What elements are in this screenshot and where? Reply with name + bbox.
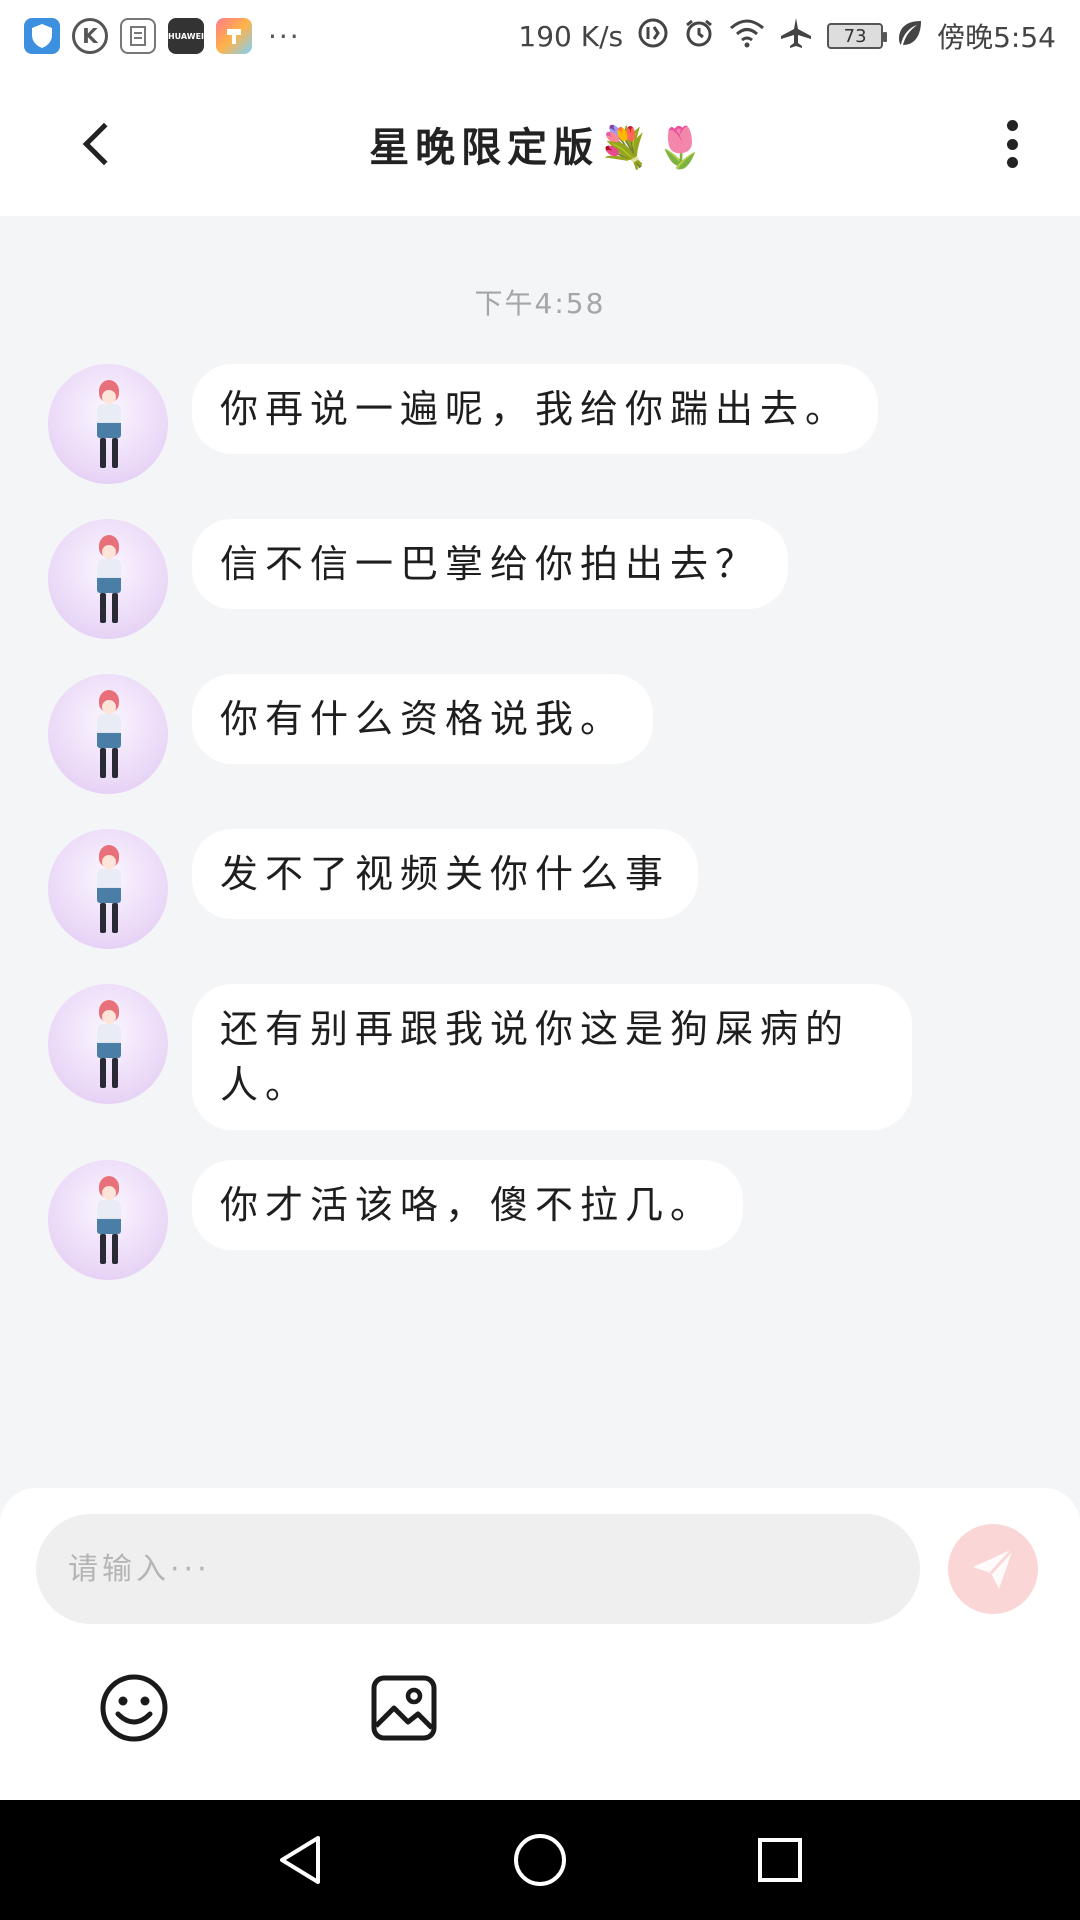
avatar[interactable]: [48, 984, 168, 1104]
avatar[interactable]: [48, 829, 168, 949]
status-bar: K HUAWEI ··· 190 K/s 73 傍晚5:54: [0, 0, 1080, 72]
back-button[interactable]: [70, 116, 126, 172]
battery-icon: 73: [827, 23, 888, 49]
airplane-mode-icon: [779, 16, 813, 56]
more-options-button[interactable]: [992, 116, 1032, 172]
image-icon: [371, 1675, 437, 1741]
send-button[interactable]: [948, 1524, 1038, 1614]
message-row: 你再说一遍呢，我给你踹出去。: [48, 364, 879, 484]
message-bubble[interactable]: 信不信一巴掌给你拍出去？: [192, 519, 789, 609]
theme-app-icon: [216, 18, 252, 54]
k-app-icon: K: [72, 18, 108, 54]
emoji-button[interactable]: [98, 1672, 170, 1744]
nav-back-button[interactable]: [270, 1830, 330, 1890]
message-bubble[interactable]: 你才活该咯，傻不拉几。: [192, 1160, 744, 1250]
message-timestamp: 下午4:58: [474, 287, 606, 320]
image-picker-button[interactable]: [368, 1672, 440, 1744]
circle-home-icon: [514, 1834, 566, 1886]
battery-level: 73: [843, 25, 867, 47]
avatar[interactable]: [48, 364, 168, 484]
message-bubble[interactable]: 你再说一遍呢，我给你踹出去。: [192, 364, 879, 454]
message-input[interactable]: [68, 1551, 888, 1587]
message-bubble[interactable]: 你有什么资格说我。: [192, 674, 654, 764]
page-title: 星晚限定版💐🌷: [369, 125, 711, 171]
notification-icons: K HUAWEI ···: [24, 18, 301, 54]
send-icon: [973, 1547, 1015, 1589]
message-bubble[interactable]: 发不了视频关你什么事: [192, 829, 699, 919]
message-bubble[interactable]: 还有别再跟我说你这是狗屎病的人。: [192, 984, 912, 1130]
avatar[interactable]: [48, 1160, 168, 1280]
system-indicators: 190 K/s 73 傍晚5:54: [518, 16, 1056, 56]
smiley-icon: [100, 1674, 168, 1742]
message-row: 还有别再跟我说你这是狗屎病的人。: [48, 984, 912, 1130]
message-row: 你有什么资格说我。: [48, 674, 654, 794]
leaf-icon: [897, 19, 923, 53]
chevron-left-icon: [82, 122, 126, 166]
document-app-icon: [120, 18, 156, 54]
chat-header: 星晚限定版💐🌷: [0, 72, 1080, 216]
overflow-indicator: ···: [268, 19, 301, 53]
avatar[interactable]: [48, 519, 168, 639]
triangle-back-icon: [280, 1836, 320, 1884]
wifi-icon: [729, 18, 765, 54]
message-input-container[interactable]: [36, 1514, 920, 1624]
message-list[interactable]: 下午4:58 你再说一遍呢，我给你踹出去。 信不信一巴掌给你拍出去？ 你有什么资…: [0, 216, 1080, 1488]
square-recents-icon: [758, 1838, 802, 1882]
avatar[interactable]: [48, 674, 168, 794]
huawei-app-icon: HUAWEI: [168, 18, 204, 54]
message-row: 你才活该咯，傻不拉几。: [48, 1160, 744, 1280]
nav-home-button[interactable]: [510, 1830, 570, 1890]
shield-app-icon: [24, 18, 60, 54]
message-row: 信不信一巴掌给你拍出去？: [48, 519, 789, 639]
more-vertical-icon: [1006, 120, 1018, 131]
network-speed: 190 K/s: [518, 19, 624, 53]
system-navigation-bar: [0, 1800, 1080, 1920]
composer: [0, 1488, 1080, 1800]
alarm-icon: [683, 17, 715, 55]
nav-recents-button[interactable]: [750, 1830, 810, 1890]
clock: 傍晚5:54: [937, 21, 1056, 54]
data-saver-icon: [637, 17, 669, 55]
message-row: 发不了视频关你什么事: [48, 829, 699, 949]
